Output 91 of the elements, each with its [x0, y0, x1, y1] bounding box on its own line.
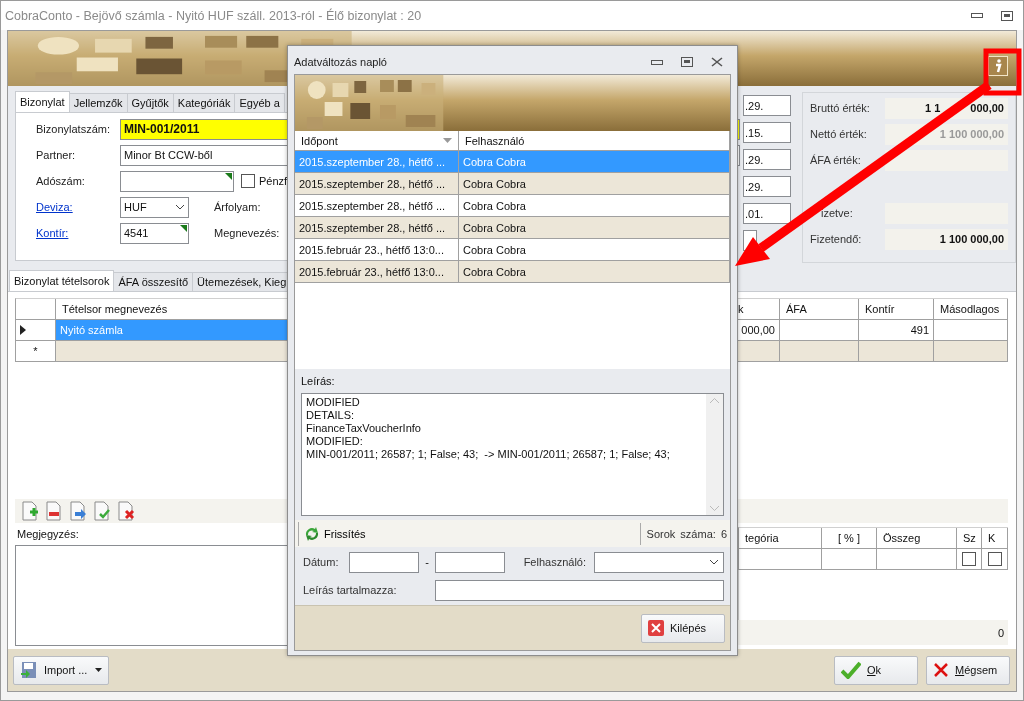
summary-label: Nettó érték:: [810, 128, 868, 140]
date-separator: -: [424, 556, 430, 568]
input-field[interactable]: 4541: [120, 222, 189, 244]
description-label: Leírás:: [300, 374, 336, 389]
exit-button[interactable]: Kilépés: [641, 613, 725, 643]
field-label: Megnevezés:: [214, 227, 280, 239]
minimize-icon: [971, 13, 983, 18]
checkbox[interactable]: [987, 552, 1002, 566]
date-field[interactable]: .01.: [743, 203, 791, 224]
checkbox[interactable]: [241, 174, 255, 188]
table-cell[interactable]: 2015.szeptember 28., hétfő ...: [295, 217, 459, 239]
date-field[interactable]: .29.: [743, 149, 791, 170]
tab[interactable]: ÁFA összesítő: [113, 272, 194, 291]
dropdown[interactable]: HUF: [120, 196, 189, 218]
row-pointer-icon: [20, 325, 26, 335]
summary-value: 1 1: [925, 102, 941, 114]
link[interactable]: Kontír:: [36, 227, 120, 239]
table-cell[interactable]: Cobra Cobra: [459, 173, 730, 195]
chevron-down-icon: [709, 559, 719, 565]
date-from-field[interactable]: [349, 551, 419, 573]
column-header: [ % ]: [822, 528, 877, 549]
table-cell[interactable]: Cobra Cobra: [459, 261, 730, 283]
corner-marker-icon: [180, 224, 187, 232]
chevron-down-icon: [175, 204, 185, 210]
summary-label: Fizetendő:: [810, 233, 863, 245]
tab[interactable]: Bizonylat: [15, 91, 70, 112]
checkmark-icon: [841, 661, 861, 679]
accept-button[interactable]: [93, 501, 111, 521]
note-label: Megjegyzés:: [17, 527, 79, 542]
row-count: Sorok száma: 6: [639, 522, 730, 545]
tab[interactable]: Bizonylat tételsorok: [9, 270, 115, 291]
column-header: K: [982, 528, 1008, 549]
column-header: Sz: [957, 528, 982, 549]
maximize-icon: [1001, 10, 1013, 21]
import-button[interactable]: Import ...: [13, 655, 109, 685]
column-header: tegória: [739, 528, 822, 549]
field-label: Partner:: [36, 149, 77, 161]
close-icon: [648, 620, 664, 636]
field-label: Árfolyam:: [214, 201, 261, 213]
checkbox[interactable]: [962, 552, 976, 566]
input-field[interactable]: [120, 170, 234, 192]
user-dropdown[interactable]: [594, 551, 724, 573]
filter-label: Felhasználó:: [522, 556, 587, 568]
field-label: Adószám:: [36, 175, 86, 187]
link[interactable]: Deviza:: [36, 201, 120, 213]
table-cell[interactable]: 2015.február 23., hétfő 13:0...: [295, 239, 459, 261]
table-cell: 491: [859, 320, 934, 341]
refresh-button[interactable]: Frissítés: [298, 521, 370, 546]
date-to-field[interactable]: [435, 551, 505, 573]
table-cell[interactable]: Cobra Cobra: [459, 195, 730, 217]
summary-label: Bruttó érték:: [810, 102, 871, 114]
delete-button[interactable]: [117, 501, 135, 521]
column-header: ÁFA: [780, 299, 859, 320]
caret-icon: [95, 668, 102, 672]
chevron-up-icon: [710, 398, 719, 403]
table-cell[interactable]: Cobra Cobra: [459, 217, 730, 239]
cancel-button[interactable]: Mégsem: [926, 655, 1010, 685]
total-value: 0: [997, 626, 1004, 639]
window-title: CobraConto - Bejövő számla - Nyitó HUF száll. 2013-ról - Élő bizonylat : 20: [5, 8, 423, 23]
close-icon: [933, 662, 949, 678]
summary-value: 1 100 000,00: [885, 228, 1008, 250]
table-cell[interactable]: Cobra Cobra: [459, 239, 730, 261]
date-field[interactable]: .29.: [743, 176, 791, 197]
table-cell[interactable]: 2015.szeptember 28., hétfő ...: [295, 173, 459, 195]
chevron-down-icon: [710, 506, 719, 511]
remove-row-button[interactable]: [45, 501, 63, 521]
summary-label: izetve:: [820, 207, 854, 219]
ok-button[interactable]: Ok: [834, 655, 918, 685]
corner-marker-icon: [225, 172, 232, 180]
table-cell[interactable]: 2015.szeptember 28., hétfő ...: [295, 195, 459, 217]
checkbox-label: Pénzf: [259, 175, 288, 187]
table-cell[interactable]: 2015.február 23., hétfő 13:0...: [295, 261, 459, 283]
column-header: Kontír: [859, 299, 934, 320]
description-field[interactable]: MODIFIED DETAILS: FinanceTaxVoucherInfo MODIFIED: MIN-001/2011; 26587; 1; False; 43; -> MIN-001/2011; 26587; 1; False; 43;: [301, 393, 724, 516]
add-row-button[interactable]: [21, 501, 39, 521]
description-filter-field[interactable]: [435, 579, 724, 601]
tab[interactable]: Egyéb a: [234, 93, 285, 112]
date-field[interactable]: .15.: [743, 122, 791, 143]
column-header: Másodlagos: [934, 299, 1008, 320]
field-label: Bizonylatszám:: [36, 123, 111, 135]
summary-value: 000,00: [970, 102, 1004, 114]
new-row-marker: *: [16, 341, 56, 362]
tab[interactable]: Jellemzők: [68, 93, 128, 112]
date-field[interactable]: .29.: [743, 95, 791, 116]
filter-label: Dátum:: [303, 556, 340, 568]
column-header: Összeg: [877, 528, 957, 549]
tab[interactable]: Gyűjtők: [126, 93, 174, 112]
summary-label: ÁFA érték:: [810, 154, 862, 166]
move-button[interactable]: [69, 501, 87, 521]
tab[interactable]: Kategóriák: [172, 93, 236, 112]
filter-label: Leírás tartalmazza:: [303, 584, 398, 596]
